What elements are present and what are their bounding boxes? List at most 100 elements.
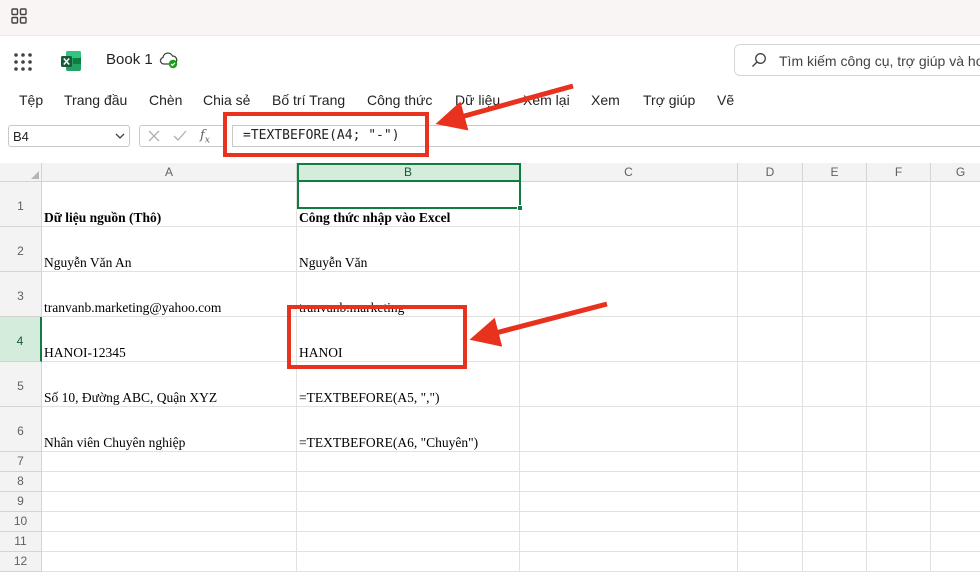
cell-d6[interactable] [738, 407, 803, 452]
cell-b8[interactable] [297, 472, 520, 492]
row-header-12[interactable]: 12 [0, 552, 42, 572]
cell-c1[interactable] [520, 182, 738, 227]
cell-c7[interactable] [520, 452, 738, 472]
row-header-6[interactable]: 6 [0, 407, 42, 452]
column-header-g[interactable]: G [931, 163, 980, 182]
cell-f10[interactable] [867, 512, 931, 532]
cell-g8[interactable] [931, 472, 980, 492]
cell-b1[interactable]: Công thức nhập vào Excel [297, 182, 520, 227]
cell-g12[interactable] [931, 552, 980, 572]
ribbon-tab-7[interactable]: Xem lại [523, 92, 570, 108]
cell-g5[interactable] [931, 362, 980, 407]
ribbon-tab-8[interactable]: Xem [591, 92, 620, 108]
cell-c2[interactable] [520, 227, 738, 272]
cell-d12[interactable] [738, 552, 803, 572]
cell-d10[interactable] [738, 512, 803, 532]
row-header-2[interactable]: 2 [0, 227, 42, 272]
row-header-4[interactable]: 4 [0, 317, 42, 362]
row-header-7[interactable]: 7 [0, 452, 42, 472]
cell-g9[interactable] [931, 492, 980, 512]
cell-a3[interactable]: tranvanb.marketing@yahoo.com [42, 272, 297, 317]
row-header-8[interactable]: 8 [0, 472, 42, 492]
cell-e5[interactable] [803, 362, 867, 407]
cell-f1[interactable] [867, 182, 931, 227]
cell-a2[interactable]: Nguyễn Văn An [42, 227, 297, 272]
cell-c5[interactable] [520, 362, 738, 407]
row-header-10[interactable]: 10 [0, 512, 42, 532]
name-box[interactable]: B4 [8, 125, 130, 147]
column-header-f[interactable]: F [867, 163, 931, 182]
cell-g4[interactable] [931, 317, 980, 362]
cell-g3[interactable] [931, 272, 980, 317]
cell-f3[interactable] [867, 272, 931, 317]
cell-d3[interactable] [738, 272, 803, 317]
ribbon-tab-10[interactable]: Vẽ [717, 92, 734, 108]
cell-a7[interactable] [42, 452, 297, 472]
row-header-9[interactable]: 9 [0, 492, 42, 512]
ribbon-tab-0[interactable]: Tệp [19, 92, 43, 108]
cell-g2[interactable] [931, 227, 980, 272]
cell-e4[interactable] [803, 317, 867, 362]
ribbon-tab-1[interactable]: Trang đầu [64, 92, 127, 108]
cell-b6[interactable]: =TEXTBEFORE(A6, "Chuyên") [297, 407, 520, 452]
cell-b2[interactable]: Nguyễn Văn [297, 227, 520, 272]
cell-g11[interactable] [931, 532, 980, 552]
cell-c9[interactable] [520, 492, 738, 512]
cell-f6[interactable] [867, 407, 931, 452]
workbook-title[interactable]: Book 1 [106, 51, 153, 68]
chevron-down-icon[interactable] [115, 131, 125, 141]
cell-c11[interactable] [520, 532, 738, 552]
cell-a8[interactable] [42, 472, 297, 492]
cancel-icon[interactable] [148, 130, 160, 142]
spreadsheet-grid[interactable]: A B C D E F G 1 Dữ liệu nguồn (Thô) Công thức nhậ… [0, 152, 980, 573]
cell-b4[interactable]: HANOI [297, 317, 520, 362]
cell-e2[interactable] [803, 227, 867, 272]
cell-f8[interactable] [867, 472, 931, 492]
confirm-icon[interactable] [173, 130, 187, 142]
cell-a1[interactable]: Dữ liệu nguồn (Thô) [42, 182, 297, 227]
cell-b5[interactable]: =TEXTBEFORE(A5, ",") [297, 362, 520, 407]
cell-e7[interactable] [803, 452, 867, 472]
cell-d11[interactable] [738, 532, 803, 552]
cell-a10[interactable] [42, 512, 297, 532]
cell-a11[interactable] [42, 532, 297, 552]
cell-b11[interactable] [297, 532, 520, 552]
cell-d2[interactable] [738, 227, 803, 272]
cell-e10[interactable] [803, 512, 867, 532]
cell-f2[interactable] [867, 227, 931, 272]
cell-d1[interactable] [738, 182, 803, 227]
cell-e6[interactable] [803, 407, 867, 452]
cell-e12[interactable] [803, 552, 867, 572]
cell-a6[interactable]: Nhân viên Chuyên nghiệp [42, 407, 297, 452]
cell-c10[interactable] [520, 512, 738, 532]
cell-g1[interactable] [931, 182, 980, 227]
cell-d4[interactable] [738, 317, 803, 362]
cell-e8[interactable] [803, 472, 867, 492]
cloud-saved-icon[interactable] [159, 51, 179, 69]
cell-g6[interactable] [931, 407, 980, 452]
cell-f11[interactable] [867, 532, 931, 552]
row-header-3[interactable]: 3 [0, 272, 42, 317]
cell-b3[interactable]: tranvanb.marketing [297, 272, 520, 317]
cell-c6[interactable] [520, 407, 738, 452]
cell-d9[interactable] [738, 492, 803, 512]
cell-f12[interactable] [867, 552, 931, 572]
ribbon-tab-6[interactable]: Dữ liệu [455, 92, 500, 108]
cell-e1[interactable] [803, 182, 867, 227]
insert-function-icon[interactable]: fx [200, 128, 210, 146]
cell-b10[interactable] [297, 512, 520, 532]
cell-d5[interactable] [738, 362, 803, 407]
cell-f7[interactable] [867, 452, 931, 472]
cell-f4[interactable] [867, 317, 931, 362]
row-header-1[interactable]: 1 [0, 182, 42, 227]
cell-a5[interactable]: Số 10, Đường ABC, Quận XYZ [42, 362, 297, 407]
ribbon-tab-5[interactable]: Công thức [367, 92, 432, 108]
cell-e9[interactable] [803, 492, 867, 512]
cell-e11[interactable] [803, 532, 867, 552]
search-box[interactable]: Tìm kiếm công cụ, trợ giúp và ho [734, 44, 980, 76]
column-header-e[interactable]: E [803, 163, 867, 182]
cell-c8[interactable] [520, 472, 738, 492]
column-header-a[interactable]: A [42, 163, 297, 182]
ribbon-tab-9[interactable]: Trợ giúp [643, 92, 695, 108]
cell-b9[interactable] [297, 492, 520, 512]
